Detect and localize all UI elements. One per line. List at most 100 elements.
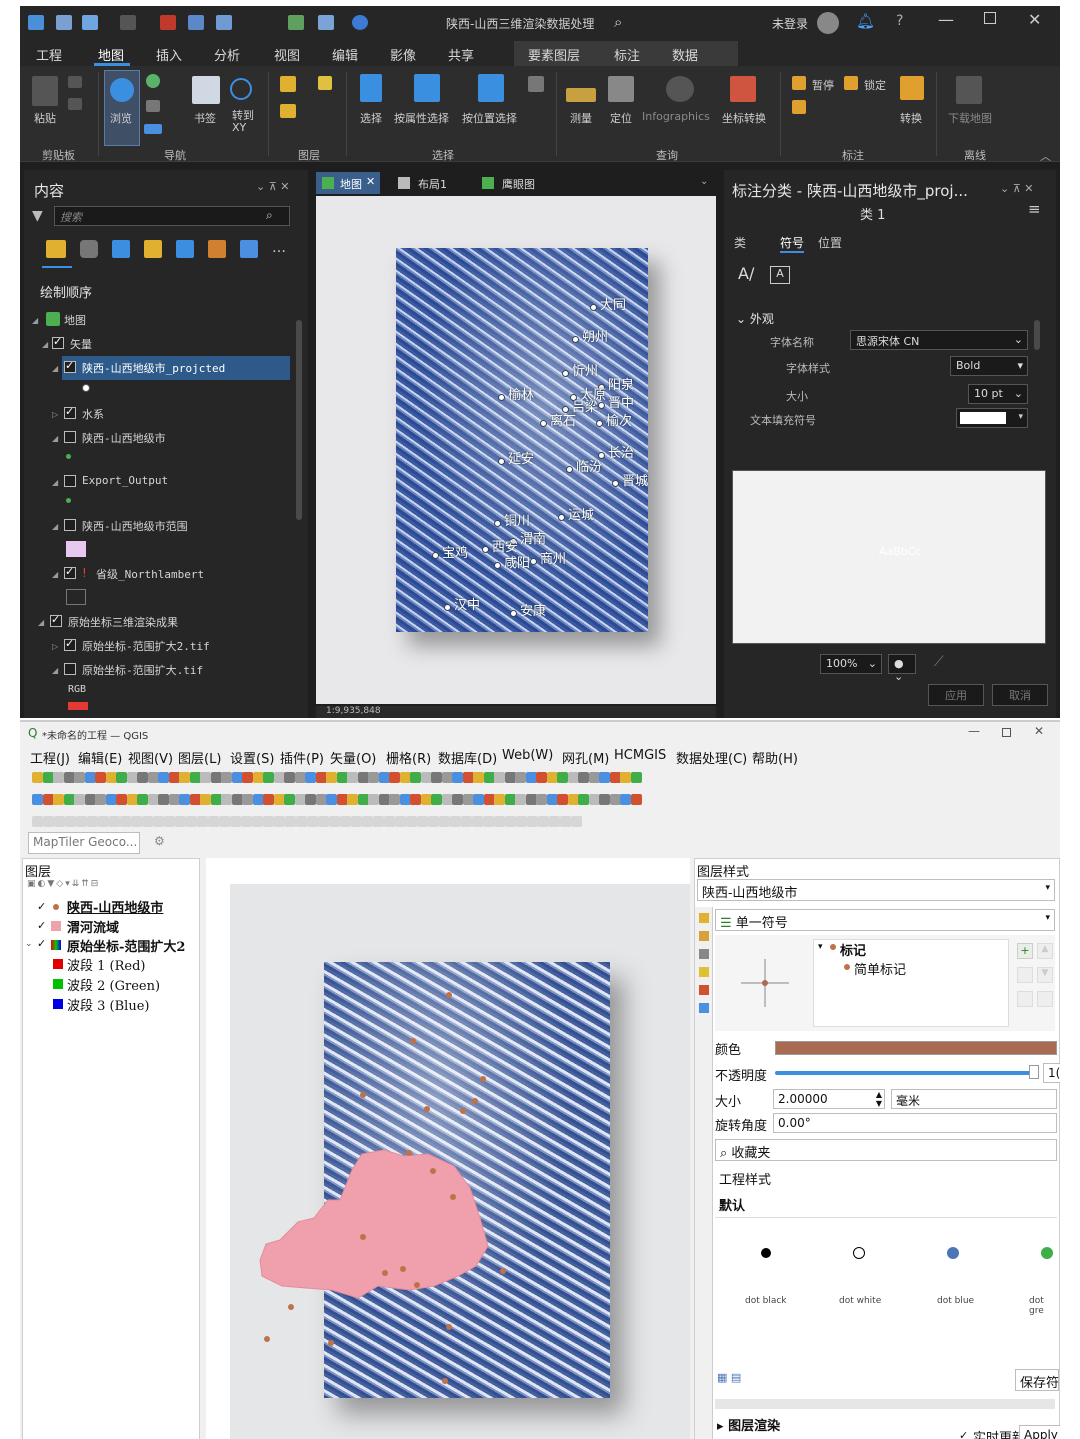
toolbar-button-icon[interactable] xyxy=(536,794,547,805)
toolbar-button-icon[interactable] xyxy=(441,772,453,783)
toolbar-button-icon[interactable] xyxy=(120,816,131,827)
dot-green-symbol[interactable] xyxy=(1041,1247,1053,1259)
tab-position[interactable]: 位置 xyxy=(818,234,842,251)
layer-checkbox[interactable] xyxy=(64,565,76,579)
toolbar-button-icon[interactable] xyxy=(168,794,180,805)
layer-checkbox[interactable] xyxy=(64,663,76,675)
toolbar-button-icon[interactable] xyxy=(473,772,484,783)
more-options-icon[interactable]: … xyxy=(272,240,286,256)
settings-scrollbar[interactable] xyxy=(1034,320,1040,350)
contents-search-input[interactable]: 搜索 xyxy=(54,206,290,226)
tree-raster-1[interactable]: 原始坐标-范围扩大.tif xyxy=(82,662,203,678)
expand-icon[interactable]: ◢ xyxy=(52,666,58,675)
toolbar-button-icon[interactable] xyxy=(305,794,316,805)
toolbar-button-icon[interactable] xyxy=(147,794,159,805)
toolbar-button-icon[interactable] xyxy=(98,816,109,827)
menu-item[interactable]: 视图(V) xyxy=(128,748,173,767)
text-fill-color-picker[interactable]: ▾ xyxy=(956,408,1028,428)
toolbar-button-icon[interactable] xyxy=(515,772,526,783)
toolbar-button-icon[interactable] xyxy=(326,772,337,783)
geocoder-search-input[interactable]: MapTiler Geoco... xyxy=(28,832,140,854)
toolbar-button-icon[interactable] xyxy=(525,794,537,805)
vector-group-checkbox[interactable] xyxy=(52,335,64,349)
toolbar-button-icon[interactable] xyxy=(54,816,65,827)
symbol-marker[interactable]: 标记 xyxy=(840,940,866,959)
layer-icon[interactable] xyxy=(280,104,296,118)
toolbar-button-icon[interactable] xyxy=(599,772,610,783)
3d-view-icon[interactable] xyxy=(699,967,709,977)
toolbar-button-icon[interactable] xyxy=(186,816,197,827)
tab-class[interactable]: 类 xyxy=(734,234,746,251)
locate-icon[interactable] xyxy=(608,76,634,102)
toolbar-button-icon[interactable] xyxy=(315,794,327,805)
toolbar-button-icon[interactable] xyxy=(87,816,98,827)
toolbar-button-icon[interactable] xyxy=(515,794,526,805)
menu-item[interactable]: 数据处理(C) xyxy=(676,748,747,767)
toolbar-button-icon[interactable] xyxy=(65,816,76,827)
toolbar-button-icon[interactable] xyxy=(567,772,579,783)
toolbar-button-icon[interactable] xyxy=(389,772,400,783)
layer-rendering-section[interactable]: ▸ 图层渲染 xyxy=(717,1415,780,1434)
toolbar-button-icon[interactable] xyxy=(599,794,610,805)
apply-button[interactable]: Apply xyxy=(1019,1425,1060,1439)
rotation-input[interactable]: 0.00° xyxy=(773,1113,1057,1133)
toolbar-button-icon[interactable] xyxy=(428,816,439,827)
apply-button[interactable]: 应用 xyxy=(928,684,984,706)
tab-edit[interactable]: 编辑 xyxy=(332,45,358,64)
toolbar-button-icon[interactable] xyxy=(210,772,222,783)
toolbar-button-icon[interactable] xyxy=(384,816,395,827)
toolbar-button-icon[interactable] xyxy=(578,794,589,805)
renderer-dropdown[interactable]: ☰ 单一符号 ▾ xyxy=(715,909,1055,931)
list-by-snapping-icon[interactable] xyxy=(176,240,194,258)
check-icon[interactable]: ✓ xyxy=(37,937,46,950)
toolbar-button-icon[interactable] xyxy=(221,794,232,805)
point-symbol-icon[interactable] xyxy=(66,454,71,459)
select-icon[interactable] xyxy=(360,74,382,102)
dot-black-symbol[interactable] xyxy=(761,1248,771,1258)
back-icon[interactable] xyxy=(144,124,162,134)
toolbar-button-icon[interactable] xyxy=(105,794,117,805)
menu-item[interactable]: 图层(L) xyxy=(178,748,221,767)
toolbar-button-icon[interactable] xyxy=(329,816,340,827)
toolbar-button-icon[interactable] xyxy=(620,772,631,783)
toolbar-button-icon[interactable] xyxy=(252,772,264,783)
list-by-selection-icon[interactable] xyxy=(112,240,130,258)
tabs-dropdown-icon[interactable]: ⌄ xyxy=(700,176,708,187)
toolbar-button-icon[interactable] xyxy=(32,772,43,783)
toolbar-button-icon[interactable] xyxy=(452,794,463,805)
tree-layer-export-output[interactable]: Export_Output xyxy=(82,474,168,487)
menu-item[interactable]: 矢量(O) xyxy=(330,748,376,767)
toolbar-button-icon[interactable] xyxy=(452,772,463,783)
layer-raster[interactable]: 原始坐标-范围扩大2 xyxy=(67,936,185,955)
toolbar-button-icon[interactable] xyxy=(588,794,600,805)
toolbar-button-icon[interactable] xyxy=(296,816,307,827)
toolbar-button-icon[interactable] xyxy=(504,772,516,783)
font-style-dropdown[interactable]: Bold ▾ xyxy=(950,356,1028,376)
tree-layer-shanxi-projected[interactable]: 陕西-山西地级市_projcted xyxy=(82,360,225,376)
menu-item[interactable]: 数据库(D) xyxy=(438,748,497,767)
zoom-dropdown[interactable]: 100% ⌄ xyxy=(820,654,882,674)
menu-item[interactable]: HCMGIS xyxy=(614,748,666,763)
expand-icon[interactable]: ⌄ xyxy=(25,939,33,949)
close-icon[interactable]: ✕ xyxy=(1028,10,1041,29)
check-icon[interactable]: ✓ xyxy=(37,919,46,932)
toolbar-button-icon[interactable] xyxy=(179,772,190,783)
toolbar-button-icon[interactable] xyxy=(294,794,306,805)
toolbar-button-icon[interactable] xyxy=(307,816,318,827)
infographics-icon[interactable] xyxy=(666,76,694,102)
select-by-attribute-icon[interactable] xyxy=(414,74,440,102)
background-dropdown[interactable]: ● ⌄ xyxy=(888,654,916,683)
qgis-map-canvas[interactable] xyxy=(206,858,690,1439)
toolbox-icon[interactable] xyxy=(160,15,176,30)
check-icon[interactable]: ✓ xyxy=(37,900,46,913)
toolbar-button-icon[interactable] xyxy=(441,794,453,805)
tree-layer-cities[interactable]: 陕西-山西地级市 xyxy=(82,430,166,446)
tab-feature-layer[interactable]: 要素图层 xyxy=(528,45,580,64)
toolbar-button-icon[interactable] xyxy=(231,772,243,783)
tab-analysis[interactable]: 分析 xyxy=(214,45,240,64)
toolbar-button-icon[interactable] xyxy=(473,794,484,805)
horizontal-scrollbar[interactable] xyxy=(715,1399,1055,1409)
toolbar-button-icon[interactable] xyxy=(74,772,85,783)
toolbar-button-icon[interactable] xyxy=(578,772,589,783)
toolbar-button-icon[interactable] xyxy=(53,772,64,783)
